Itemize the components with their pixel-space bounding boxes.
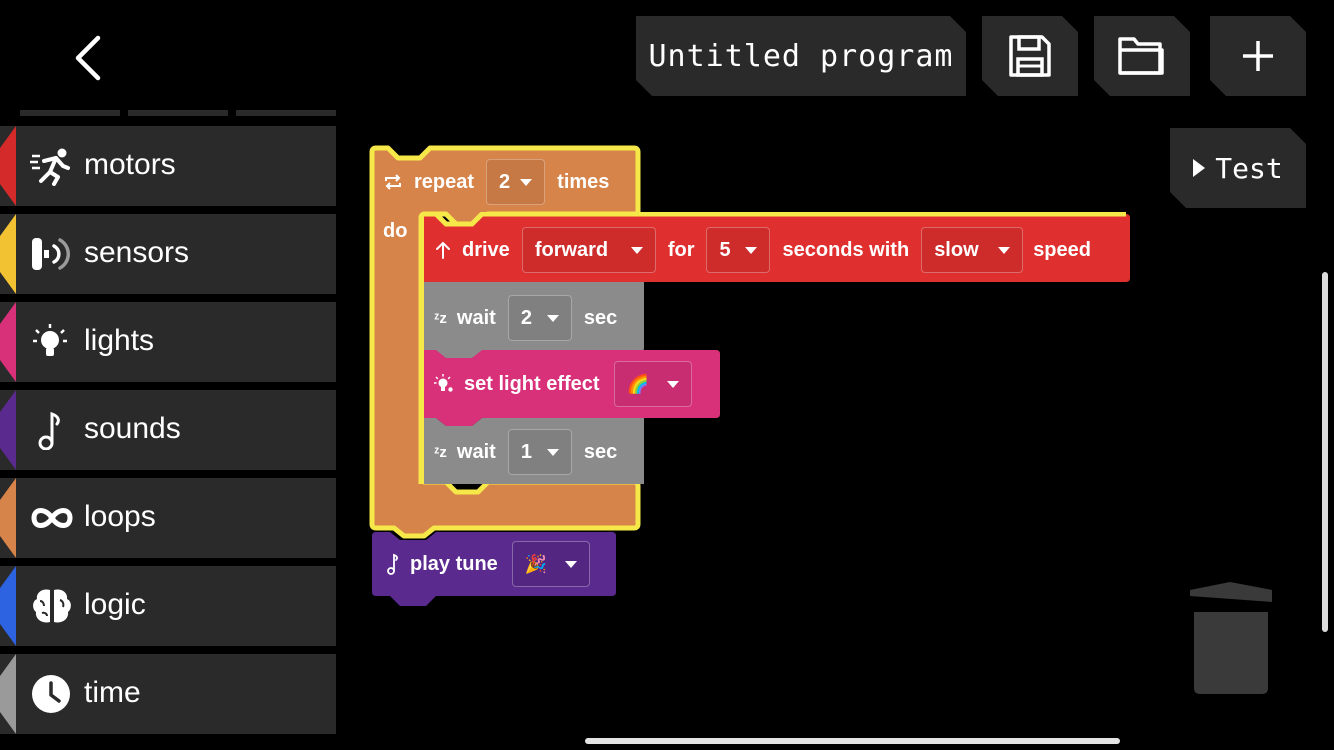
test-button[interactable]: Test [1170,128,1306,208]
repeat-label: repeat [414,170,475,193]
category-lights[interactable]: lights [0,302,336,382]
category-tabs [20,110,336,116]
chevron-down-icon [520,178,533,186]
category-tab[interactable] [236,110,336,116]
category-color-stripe [0,214,16,294]
program-title-button[interactable]: Untitled program [636,16,966,96]
category-time[interactable]: time [0,654,336,734]
repeat-count-value: 2 [499,170,511,193]
category-color-stripe [0,566,16,646]
repeat-times-label: times [557,170,610,193]
chevron-down-icon [546,314,559,322]
drive-direction-value: forward [534,238,609,261]
brain-icon [33,589,71,623]
sleep-icon: ᶻz [434,443,447,461]
category-logic[interactable]: logic [0,566,336,646]
category-sensors[interactable]: sensors [0,214,336,294]
music-note-icon [387,553,398,575]
save-button[interactable] [982,16,1078,96]
wait-label: wait [456,440,496,463]
new-program-button[interactable] [1210,16,1306,96]
category-label: sensors [84,236,190,269]
wait-duration-value: 2 [520,306,532,329]
wait-duration-dropdown[interactable]: 2 [507,295,572,341]
light-effect-value: 🌈 [626,373,649,394]
tune-dropdown[interactable]: 🎉 [511,541,590,587]
lightbulb-icon [434,374,453,392]
category-label: motors [84,148,176,181]
category-label: logic [84,588,146,621]
category-label: time [84,676,141,709]
drive-seconds-label: seconds with [782,238,910,261]
repeat-do-label-row: do [383,220,407,243]
category-color-stripe [0,654,16,734]
open-folder-button[interactable] [1094,16,1190,96]
play-tune-block: play tune 🎉 [384,540,590,588]
vertical-scrollbar[interactable] [1322,272,1328,632]
drive-speed-value: slow [934,238,979,261]
clock-icon [32,675,70,713]
category-color-stripe [0,302,16,382]
chevron-down-icon [564,560,577,568]
chevron-down-icon [745,246,758,254]
sleep-icon: ᶻz [434,309,447,327]
repeat-count-dropdown[interactable]: 2 [486,159,546,205]
category-sounds[interactable]: sounds [0,390,336,470]
wait-block: ᶻz wait 1 sec [434,428,617,476]
chevron-down-icon [630,246,643,254]
infinity-icon [31,508,73,528]
repeat-do-label: do [383,220,408,242]
light-effect-dropdown[interactable]: 🌈 [613,361,692,407]
play-icon [1193,159,1205,177]
drive-label: drive [462,238,510,261]
chevron-down-icon [998,246,1011,254]
plus-icon [1240,38,1276,74]
chevron-down-icon [666,380,679,388]
trash-button[interactable] [1186,580,1276,696]
folder-icon [1116,33,1168,79]
category-tab[interactable] [128,110,228,116]
category-label: loops [84,500,156,533]
sensor-icon [32,238,70,270]
category-color-stripe [0,478,16,558]
repeat-icon [385,174,401,190]
drive-for-label: for [667,238,695,261]
program-title: Untitled program [648,38,954,74]
light-block: set light effect 🌈 [434,360,692,408]
drive-direction-dropdown[interactable]: forward [521,227,656,273]
wait-duration-dropdown[interactable]: 1 [507,429,572,475]
category-motors[interactable]: motors [0,126,336,206]
play-tune-label: play tune [410,552,498,575]
category-color-stripe [0,126,16,206]
drive-block: drive forward for 5 seconds with slow sp… [434,226,1091,274]
category-color-stripe [0,390,16,470]
category-label: lights [84,324,155,357]
drive-duration-value: 5 [719,238,731,261]
drive-speed-dropdown[interactable]: slow [921,227,1024,273]
drive-speed-label: speed [1033,238,1091,261]
wait-duration-value: 1 [520,440,532,463]
chevron-down-icon [546,448,559,456]
test-label: Test [1215,151,1283,185]
arrow-up-icon [436,241,450,259]
repeat-block-header: repeat 2 times [382,158,609,206]
tune-value: 🎉 [524,553,548,574]
wait-unit-label: sec [583,440,618,463]
back-button[interactable] [62,30,118,86]
running-person-icon [30,148,70,186]
drive-duration-dropdown[interactable]: 5 [706,227,771,273]
wait-block: ᶻz wait 2 sec [434,294,617,342]
category-loops[interactable]: loops [0,478,336,558]
home-indicator[interactable] [585,738,1120,744]
wait-label: wait [456,306,496,329]
save-icon [1006,32,1054,80]
category-tab[interactable] [20,110,120,116]
chevron-left-icon [75,35,101,81]
wait-unit-label: sec [583,306,618,329]
category-label: sounds [84,412,181,445]
trash-icon [1190,582,1272,694]
light-effect-label: set light effect [464,372,600,395]
lightbulb-icon [33,324,67,356]
music-note-icon [38,411,60,450]
